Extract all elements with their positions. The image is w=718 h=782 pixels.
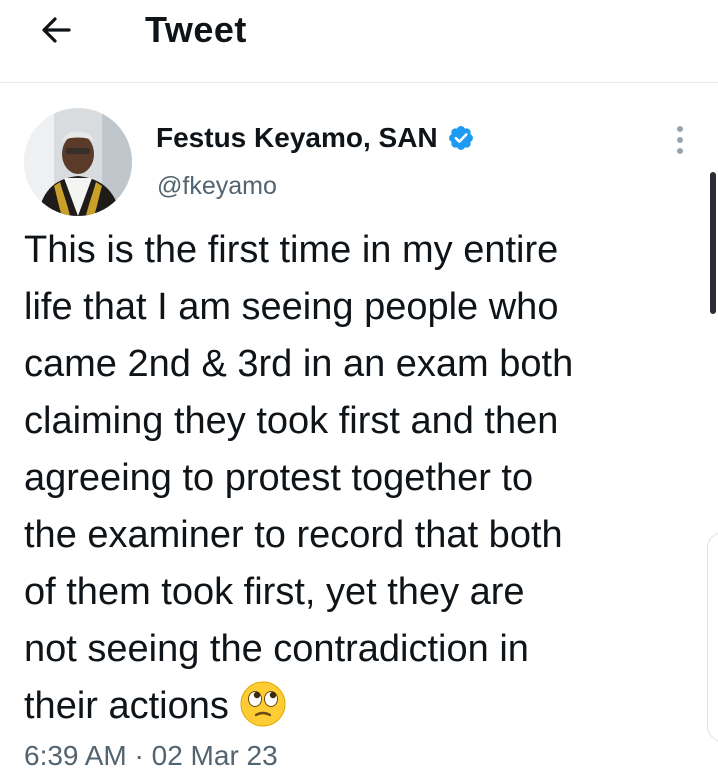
side-panel-edge	[707, 532, 718, 742]
tweet-line: This is the first time in my entire	[24, 229, 559, 271]
tweet-last-line: their actions	[24, 678, 684, 735]
tweet-line: not seeing the contradiction in	[24, 628, 529, 670]
author-name-row[interactable]: Festus Keyamo, SAN	[156, 122, 475, 154]
tweet-line: of them took first, yet they are	[24, 571, 525, 613]
verified-badge-icon	[448, 126, 473, 150]
author-display-name[interactable]: Festus Keyamo, SAN	[156, 122, 438, 154]
tweet-time: 6:39 AM	[24, 740, 127, 771]
rolling-eyes-emoji-icon	[240, 681, 286, 727]
tweet-date: 02 Mar 23	[151, 740, 278, 771]
tweet-timestamp[interactable]: 6:39 AM · 02 Mar 23	[24, 740, 278, 772]
tweet-line: agreeing to protest together to	[24, 457, 534, 499]
scrollbar[interactable]	[710, 172, 716, 314]
tweet-line: claiming they took first and then	[24, 400, 559, 442]
more-vertical-icon	[677, 126, 683, 132]
tweet-line: the examiner to record that both	[24, 514, 563, 556]
timestamp-separator: ·	[134, 740, 144, 771]
tweet-line: came 2nd & 3rd in an exam both	[24, 343, 574, 385]
avatar[interactable]	[24, 108, 132, 216]
page-title: Tweet	[145, 9, 247, 50]
more-options-button[interactable]	[664, 120, 696, 160]
top-bar: Tweet	[0, 0, 718, 83]
tweet-line: their actions	[24, 685, 229, 727]
back-button[interactable]	[34, 8, 78, 52]
author-handle[interactable]: @fkeyamo	[157, 172, 277, 201]
tweet-text: This is the first time in my entire life…	[24, 222, 684, 735]
tweet-line: life that I am seeing people who	[24, 286, 559, 328]
arrow-left-icon	[42, 17, 71, 43]
